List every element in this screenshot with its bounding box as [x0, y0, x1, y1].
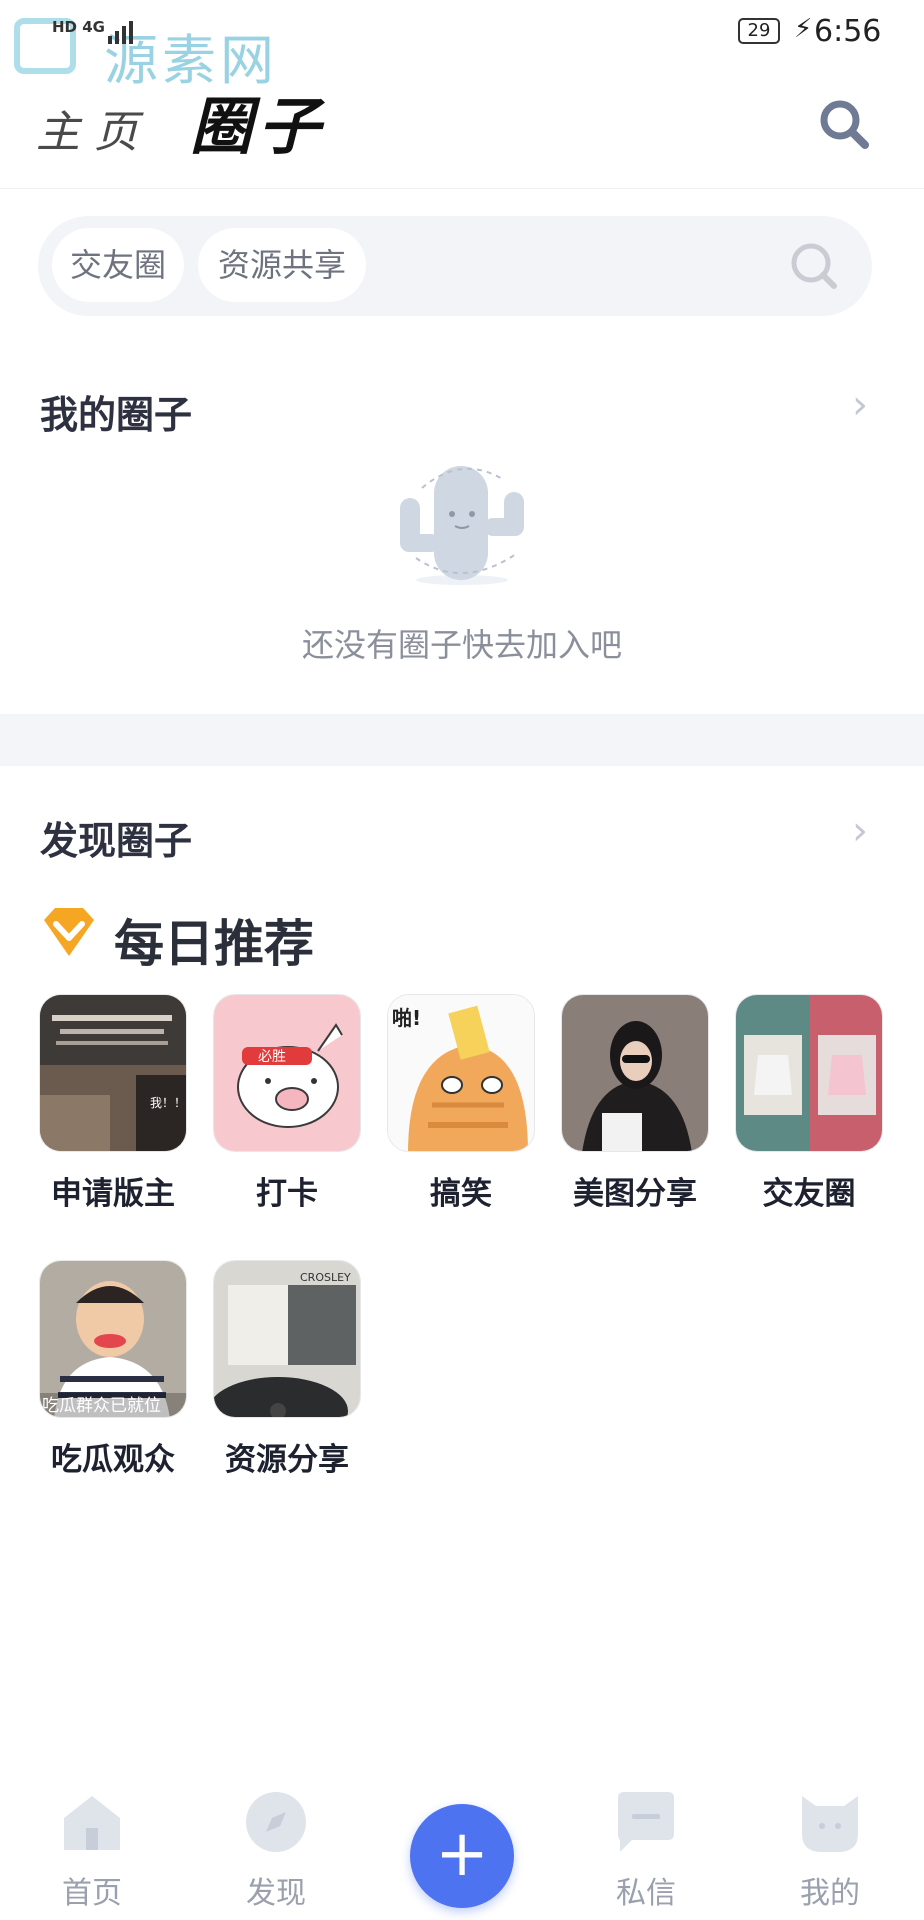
thumb-text: CROSLEY [300, 1271, 351, 1284]
circle-item-checkin[interactable]: 必胜 打卡 [213, 994, 361, 1213]
post-button[interactable]: + [410, 1804, 514, 1908]
circle-thumbnail: 啪! [387, 994, 535, 1152]
circle-item-apply-moderator[interactable]: 我！！ 申请版主 [39, 994, 187, 1213]
my-circles-chevron-icon[interactable]: › [852, 382, 868, 428]
circle-item-resource-share[interactable]: CROSLEY 资源分享 [213, 1260, 361, 1479]
battery-indicator: 29 [738, 18, 780, 44]
circle-item-friends[interactable]: 交友圈 [735, 994, 883, 1213]
nav-label: 私信 [616, 1876, 676, 1911]
circle-thumbnail: 必胜 [213, 994, 361, 1152]
thumb-text: 必胜 [258, 1049, 286, 1065]
discover-title: 发现圈子 [40, 819, 193, 863]
circle-thumbnail: CROSLEY [213, 1260, 361, 1418]
circle-item-label: 申请版主 [51, 1176, 175, 1212]
compass-icon [246, 1792, 306, 1852]
circle-item-photo-share[interactable]: 美图分享 [561, 994, 709, 1213]
nav-discover[interactable]: 发现 [216, 1790, 336, 1912]
circle-item-label: 打卡 [256, 1176, 318, 1212]
nav-home[interactable]: 首页 [32, 1790, 152, 1912]
page-title: 圈子 [190, 90, 327, 163]
circle-thumbnail: 吃瓜群众已就位 [39, 1260, 187, 1418]
profile-icon [802, 1796, 858, 1852]
daily-recommend-title: 每日推荐 [114, 915, 314, 973]
thumb-text: 啪! [392, 1006, 421, 1030]
circle-item-label: 资源分享 [225, 1442, 349, 1478]
home-icon [64, 1796, 120, 1850]
nav-label: 我的 [800, 1876, 860, 1911]
my-circles-title: 我的圈子 [40, 393, 193, 437]
circle-thumbnail: 我！！ [39, 994, 187, 1152]
circle-thumbnail [735, 994, 883, 1152]
section-divider [0, 714, 924, 766]
discover-chevron-icon[interactable]: › [852, 808, 868, 854]
message-icon [618, 1792, 674, 1852]
chip-friends-circle[interactable]: 交友圈 [52, 228, 184, 302]
circle-item-label: 交友圈 [762, 1176, 856, 1212]
nav-messages[interactable]: 私信 [586, 1790, 706, 1912]
header-divider [0, 188, 924, 189]
diamond-badge-icon [44, 908, 94, 956]
circle-item-label: 搞笑 [430, 1176, 492, 1212]
nav-label: 首页 [62, 1876, 122, 1911]
nav-label: 发现 [246, 1876, 306, 1911]
chip-resource-share[interactable]: 资源共享 [198, 228, 366, 302]
thumb-text: 吃瓜群众已就位 [42, 1396, 161, 1416]
circle-item-label: 美图分享 [573, 1176, 697, 1212]
thumb-text: 我！！ [150, 1096, 186, 1110]
circle-item-onlookers[interactable]: 吃瓜群众已就位 吃瓜观众 [39, 1260, 187, 1479]
nav-profile[interactable]: 我的 [770, 1790, 890, 1912]
status-bar: 源素网 HD 4G 29 ⚡ 6:56 [0, 0, 924, 92]
clock: 6:56 [814, 14, 882, 49]
charging-icon: ⚡ [794, 14, 813, 44]
search-icon[interactable] [816, 96, 872, 152]
circle-item-label: 吃瓜观众 [51, 1442, 175, 1478]
circle-item-funny[interactable]: 啪! 搞笑 [387, 994, 535, 1213]
empty-state-text: 还没有圈子快去加入吧 [301, 626, 622, 664]
cactus-icon [400, 466, 524, 585]
signal-icon [108, 21, 133, 44]
circle-thumbnail [561, 994, 709, 1152]
search-icon[interactable] [788, 240, 840, 292]
home-link[interactable]: 主页 [36, 96, 152, 160]
network-hd: HD 4G [52, 18, 105, 36]
